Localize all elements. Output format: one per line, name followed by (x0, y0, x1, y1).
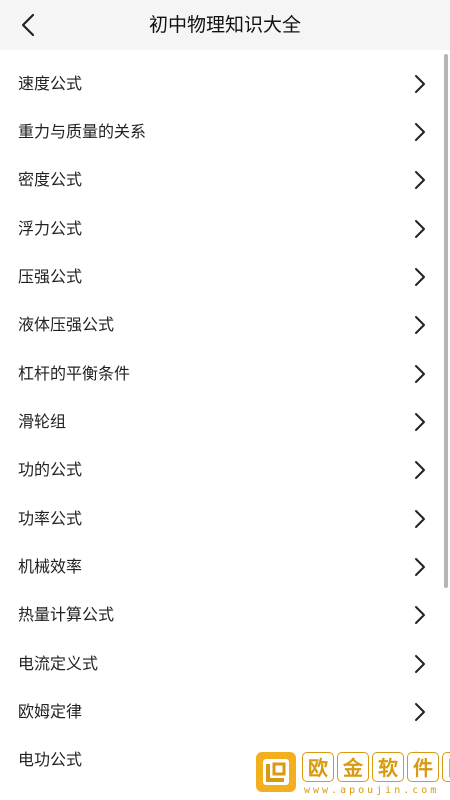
watermark-char: 欧 (302, 752, 334, 782)
formula-list[interactable]: 速度公式 重力与质量的关系 密度公式 浮力公式 压强公式 液体压强公式 杠杆的平… (0, 50, 450, 800)
list-item-liquid-pressure-formula[interactable]: 液体压强公式 (0, 301, 440, 349)
chevron-right-icon (415, 171, 425, 189)
list-item-current-definition[interactable]: 电流定义式 (0, 640, 440, 688)
list-item-label: 功率公式 (18, 509, 83, 528)
chevron-right-icon (415, 606, 425, 624)
back-arrow-icon (21, 13, 35, 37)
chevron-right-icon (415, 123, 425, 141)
list-item-lever-balance[interactable]: 杠杆的平衡条件 (0, 350, 440, 398)
watermark-char: 园 (442, 752, 450, 782)
watermark: 欧 金 软 件 园 www.apoujin.com (252, 748, 450, 800)
list-item-label: 欧姆定律 (18, 702, 83, 721)
page-title: 初中物理知识大全 (148, 14, 301, 36)
chevron-right-icon (415, 703, 425, 721)
list-item-label: 液体压强公式 (18, 315, 115, 334)
app-screen: 初中物理知识大全 速度公式 重力与质量的关系 密度公式 浮力公式 压强公式 液体… (0, 0, 450, 800)
list-item-work-formula[interactable]: 功的公式 (0, 446, 440, 494)
list-scrollbar[interactable] (444, 54, 448, 588)
list-item-label: 滑轮组 (18, 412, 67, 431)
list-item-label: 密度公式 (18, 170, 83, 189)
chevron-right-icon (415, 365, 425, 383)
chevron-right-icon (415, 220, 425, 238)
list-item-mechanical-efficiency[interactable]: 机械效率 (0, 543, 440, 591)
chevron-right-icon (415, 461, 425, 479)
watermark-char: 软 (372, 752, 404, 782)
chevron-right-icon (415, 268, 425, 286)
watermark-char: 件 (407, 752, 439, 782)
list-item-heat-formula[interactable]: 热量计算公式 (0, 591, 440, 639)
watermark-url: www.apoujin.com (304, 785, 440, 796)
list-item-label: 杠杆的平衡条件 (18, 364, 131, 383)
watermark-text: 欧 金 软 件 园 (302, 752, 450, 782)
header-bar: 初中物理知识大全 (0, 0, 450, 50)
list-item-label: 速度公式 (18, 74, 83, 93)
list-item-label: 压强公式 (18, 267, 83, 286)
list-item-power-formula[interactable]: 功率公式 (0, 495, 440, 543)
chevron-right-icon (415, 510, 425, 528)
chevron-right-icon (415, 316, 425, 334)
list-item-label: 浮力公式 (18, 219, 83, 238)
list-item-speed-formula[interactable]: 速度公式 (0, 60, 440, 108)
chevron-right-icon (415, 75, 425, 93)
list-item-label: 电流定义式 (18, 654, 99, 673)
list-item-density-formula[interactable]: 密度公式 (0, 156, 440, 204)
chevron-right-icon (415, 413, 425, 431)
list-item-label: 热量计算公式 (18, 605, 115, 624)
apoujin-logo-icon (256, 752, 296, 792)
back-button[interactable] (6, 3, 50, 47)
list-item-label: 功的公式 (18, 460, 83, 479)
list-item-pressure-formula[interactable]: 压强公式 (0, 253, 440, 301)
list-item-buoyancy-formula[interactable]: 浮力公式 (0, 205, 440, 253)
list-item-ohms-law[interactable]: 欧姆定律 (0, 688, 440, 736)
list-item-pulley-block[interactable]: 滑轮组 (0, 398, 440, 446)
list-item-label: 机械效率 (18, 557, 83, 576)
watermark-char: 金 (337, 752, 369, 782)
chevron-right-icon (415, 558, 425, 576)
list-item-label: 电功公式 (18, 750, 83, 769)
list-item-gravity-mass[interactable]: 重力与质量的关系 (0, 108, 440, 156)
chevron-right-icon (415, 655, 425, 673)
list-item-label: 重力与质量的关系 (18, 122, 147, 141)
